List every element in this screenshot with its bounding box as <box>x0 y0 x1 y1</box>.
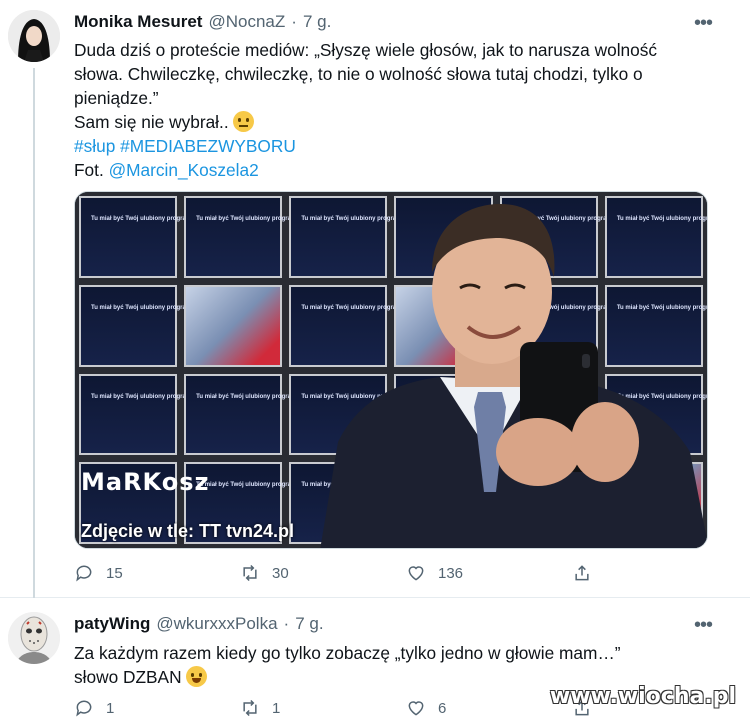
retweet-button[interactable]: 30 <box>240 563 406 583</box>
reply-icon <box>76 700 92 717</box>
tweet-header: Monika Mesuret @NocnaZ · 7 g. <box>74 12 331 32</box>
screen-text: Tu miał być Twój ulubiony program <box>91 304 192 311</box>
retweet-count: 1 <box>272 699 281 717</box>
share-icon <box>575 565 589 581</box>
photo-credit-prefix: Fot. <box>74 160 109 180</box>
more-icon[interactable]: ••• <box>694 614 713 637</box>
retweet-count: 30 <box>272 564 289 582</box>
retweet-icon <box>243 699 257 717</box>
hockey-mask-avatar-image <box>8 612 60 664</box>
tv-screen: Tu miał być Twój ulubiony program <box>79 196 191 278</box>
reply-button[interactable]: 1 <box>74 698 240 718</box>
timestamp[interactable]: 7 g. <box>295 614 323 634</box>
avatar[interactable] <box>8 612 60 664</box>
tweet-actions: 15 30 136 <box>74 563 634 583</box>
tweet-header: patyWing @wkurxxxPolka · 7 g. <box>74 614 324 634</box>
reply-icon <box>76 565 92 582</box>
tweet-line: Sam się nie wybrał.. <box>74 110 714 134</box>
retweet-button[interactable]: 1 <box>240 698 406 718</box>
like-icon <box>408 701 424 716</box>
reply-count: 1 <box>106 699 115 717</box>
hashtags[interactable]: #słup #MEDIABEZWYBORU <box>74 134 714 158</box>
like-count: 136 <box>438 564 464 582</box>
like-button[interactable]: 136 <box>406 563 572 583</box>
tweet-text: Za każdym razem kiedy go tylko zobaczę „… <box>74 641 714 689</box>
laughing-emoji-icon <box>185 666 207 687</box>
retweet-icon <box>243 564 257 582</box>
tv-screen: Tu miał być Twój ulubiony program <box>184 373 296 456</box>
tv-screen-news <box>184 284 283 367</box>
user-handle[interactable]: @NocnaZ <box>208 12 285 32</box>
screen-text: Tu miał być Twój ulubiony program <box>91 216 192 222</box>
photo-caption: Zdjęcie w tle: TT tvn24.pl <box>81 521 295 541</box>
tweet-line-text: słowo DZBAN <box>74 667 182 687</box>
tv-screen: Tu miał być Twój ulubiony program <box>79 284 191 367</box>
person-with-phone-illustration <box>320 204 707 548</box>
timestamp[interactable]: 7 g. <box>303 12 331 32</box>
thread-line <box>33 68 35 598</box>
user-name[interactable]: Monika Mesuret <box>74 12 202 32</box>
screen-text: Tu miał być Twój ulubiony program <box>196 482 297 489</box>
screen-text: Tu miał być Twój ulubiony program <box>91 393 192 400</box>
reply-count: 15 <box>106 564 123 582</box>
user-handle[interactable]: @wkurxxxPolka <box>156 614 277 634</box>
tweet-line-text: Sam się nie wybrał.. <box>74 112 229 132</box>
screen-text: Tu miał być Twój ulubiony program <box>196 393 297 400</box>
tweet-line: pieniądze.” <box>74 88 159 108</box>
user-name[interactable]: patyWing <box>74 614 150 634</box>
share-button[interactable] <box>572 563 592 583</box>
mention-link[interactable]: @Marcin_Koszela2 <box>109 160 259 180</box>
tweet-photo[interactable]: Tu miał być Twój ulubiony program Tu mia… <box>74 191 708 549</box>
avatar[interactable] <box>8 10 60 62</box>
photo-watermark: MaRKosz <box>81 468 210 496</box>
separator: · <box>291 12 297 31</box>
screen-text: Tu miał być Twój ulubiony program <box>196 216 297 222</box>
tv-screen: Tu miał być Twój ulubiony program <box>79 373 191 456</box>
tweet-line: słowa. Chwileczkę, chwileczkę, to nie o … <box>74 64 643 84</box>
separator: · <box>283 614 290 633</box>
tweet-text: Duda dziś o proteście mediów: „Słyszę wi… <box>74 38 714 182</box>
like-icon <box>408 566 424 581</box>
like-count: 6 <box>438 699 447 717</box>
tweet-line: Za każdym razem kiedy go tylko zobaczę „… <box>74 643 621 663</box>
tweet-line: Duda dziś o proteście mediów: „Słyszę wi… <box>74 40 658 60</box>
tweet-1[interactable]: Monika Mesuret @NocnaZ · 7 g. ••• Duda d… <box>0 0 750 598</box>
tv-screen: Tu miał być Twój ulubiony program <box>184 196 296 278</box>
site-watermark: www.wiocha.pl <box>549 684 736 709</box>
photo-credit: Fot. @Marcin_Koszela2 <box>74 158 714 182</box>
more-icon[interactable]: ••• <box>694 12 713 35</box>
reply-button[interactable]: 15 <box>74 563 240 583</box>
neutral-face-emoji-icon <box>232 111 254 132</box>
like-button[interactable]: 6 <box>406 698 572 718</box>
avatar-image <box>8 10 60 62</box>
